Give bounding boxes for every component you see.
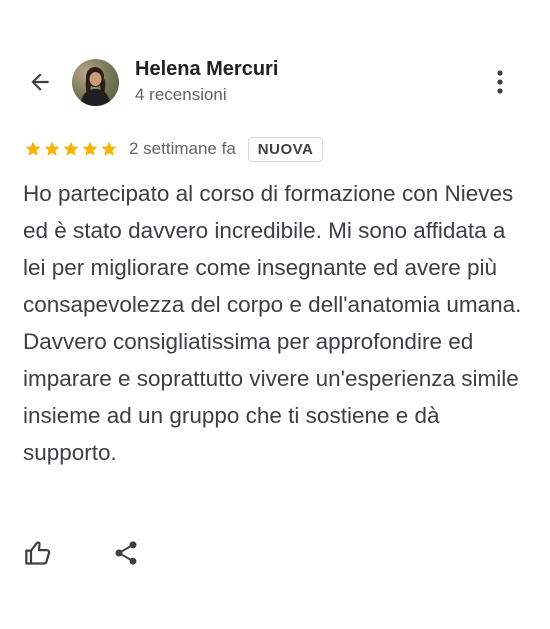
more-options-button[interactable] — [484, 64, 516, 100]
star-icon — [63, 141, 79, 156]
like-button[interactable] — [22, 537, 54, 569]
reviewer-review-count: 4 recensioni — [135, 85, 227, 104]
star-icon — [25, 141, 41, 156]
star-icon — [82, 141, 98, 156]
avatar-image — [80, 67, 111, 106]
share-button[interactable] — [110, 537, 142, 569]
star-icon — [101, 141, 117, 156]
arrow-back-icon — [31, 73, 49, 91]
review-meta: 2 settimane fa NUOVA — [24, 134, 324, 164]
back-button[interactable] — [22, 64, 58, 100]
review-text: Ho partecipato al corso di formazione co… — [23, 181, 522, 465]
thumb-up-icon — [25, 541, 51, 565]
share-icon — [115, 541, 137, 565]
star-icon — [44, 141, 60, 156]
review-date: 2 settimane fa — [129, 139, 236, 158]
reviewer-name[interactable]: Helena Mercuri — [135, 58, 278, 81]
new-badge: NUOVA — [247, 136, 324, 162]
more-vert-icon — [497, 70, 503, 94]
star-rating — [24, 140, 118, 158]
avatar[interactable] — [72, 59, 119, 106]
